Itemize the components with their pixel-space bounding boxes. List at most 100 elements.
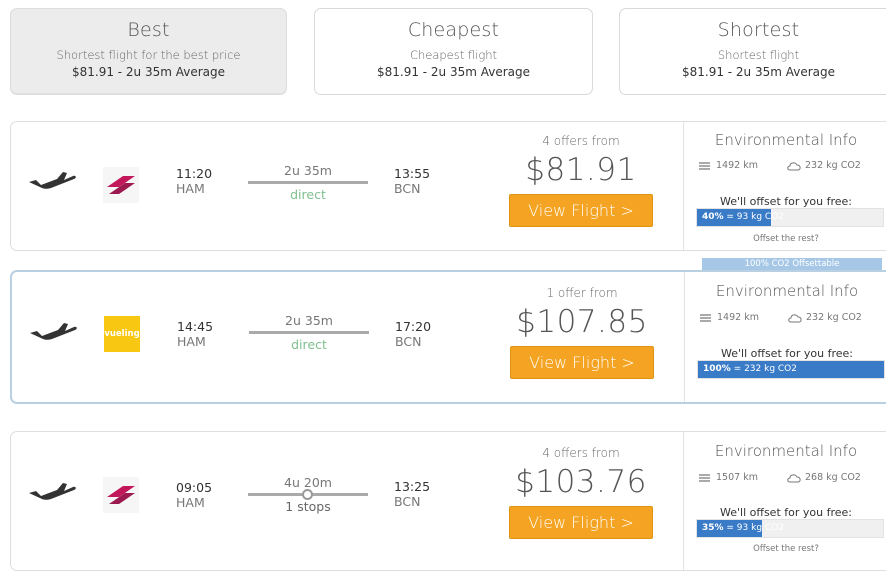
offset-percent: 100% — [703, 364, 731, 374]
price: $81.91 — [525, 152, 637, 188]
stops-text: direct — [291, 337, 327, 352]
plane-takeoff-icon — [29, 172, 76, 189]
departure: 09:05 HAM — [176, 480, 212, 510]
offers-count: 1 offer from — [546, 286, 618, 300]
arrival-time: 13:55 — [394, 166, 431, 181]
tab-description: Shortest flight — [717, 48, 800, 62]
view-flight-button[interactable]: View Flight > — [509, 194, 653, 227]
tab-title: Shortest — [717, 19, 800, 41]
flight-duration: 2u 35m direct — [248, 163, 368, 202]
route-line — [248, 181, 368, 184]
offset-progress-bar: 100% = 232 kg CO2 — [697, 360, 885, 379]
tab-title: Cheapest — [407, 19, 500, 41]
arrival: 17:20 BCN — [395, 319, 431, 349]
tab-shortest[interactable]: Shortest Shortest flight $81.91 - 2u 35m… — [619, 8, 886, 95]
departure-time: 14:45 — [177, 319, 214, 334]
co2-amount: 268 kg CO2 — [804, 472, 861, 483]
offset-progress-bar: 35% = 93 kg CO2 — [696, 519, 884, 538]
price: $107.85 — [516, 304, 648, 340]
route-line — [249, 331, 369, 334]
arrival-airport: BCN — [394, 494, 421, 509]
arrival: 13:55 BCN — [394, 166, 430, 196]
stops-text: 1 stops — [285, 499, 331, 514]
offset-text: We'll offset for you free: — [720, 506, 852, 519]
airline-logo — [103, 167, 139, 203]
offset-rest-link[interactable]: Offset the rest? — [684, 234, 886, 244]
tab-summary: $81.91 - 2u 35m Average — [376, 65, 531, 79]
cloud-icon — [787, 161, 801, 170]
flight-duration: 2u 35m direct — [249, 313, 369, 352]
duration-text: 2u 35m — [284, 163, 332, 178]
departure-time: 09:05 — [176, 480, 213, 495]
price-block: 1 offer from $107.85 View Flight > — [492, 286, 672, 379]
offset-text: We'll offset for you free: — [721, 347, 853, 360]
departure-airport: HAM — [176, 181, 205, 196]
airline-logo — [103, 477, 139, 513]
env-title: Environmental Info — [715, 282, 859, 300]
tab-title: Best — [127, 19, 170, 41]
offset-label: 100% = 232 kg CO2 — [703, 364, 797, 374]
route-icon — [699, 473, 710, 482]
plane-takeoff-icon — [30, 323, 77, 340]
environmental-info: Environmental Info 1492 km 232 kg CO2 We… — [683, 122, 886, 250]
tab-summary: $81.91 - 2u 35m Average — [681, 65, 836, 79]
tab-description: Shortest flight for the best price — [56, 48, 241, 62]
flight-card[interactable]: 11:20 HAM 2u 35m direct 13:55 BCN 4 offe… — [10, 121, 886, 251]
offset-text: We'll offset for you free: — [720, 195, 852, 208]
offset-rest-link[interactable]: Offset the rest? — [684, 544, 886, 554]
environmental-info: Environmental Info 1507 km 268 kg CO2 We… — [683, 432, 886, 570]
flight-duration: 4u 20m 1 stops — [248, 475, 368, 514]
airline-logo: vueling — [104, 316, 140, 352]
offset-amount: = 93 kg CO2 — [723, 212, 785, 222]
cloud-icon — [788, 313, 802, 322]
distance: 1492 km — [717, 312, 759, 323]
offset-progress-bar: 40% = 93 kg CO2 — [696, 208, 884, 227]
co2-amount: 232 kg CO2 — [805, 312, 862, 323]
env-title: Environmental Info — [714, 131, 858, 149]
plane-takeoff-icon — [29, 483, 76, 500]
flight-card[interactable]: 09:05 HAM 4u 20m 1 stops 13:25 BCN 4 off… — [10, 431, 886, 571]
stop-dot-icon — [302, 489, 313, 500]
route-line — [248, 489, 368, 500]
offers-count: 4 offers from — [542, 446, 620, 460]
sort-tabs: Best Shortest flight for the best price … — [0, 0, 886, 110]
env-stats: 1507 km 268 kg CO2 — [698, 472, 886, 483]
environmental-info: Environmental Info 1492 km 232 kg CO2 We… — [684, 272, 886, 402]
view-flight-button[interactable]: View Flight > — [509, 506, 653, 539]
arrival-airport: BCN — [395, 334, 422, 349]
tab-summary: $81.91 - 2u 35m Average — [71, 65, 226, 79]
arrival-airport: BCN — [394, 181, 421, 196]
offset-label: 35% = 93 kg CO2 — [702, 523, 784, 533]
tab-cheapest[interactable]: Cheapest Cheapest flight $81.91 - 2u 35m… — [314, 8, 593, 95]
departure-airport: HAM — [176, 495, 205, 510]
arrival-time: 13:25 — [394, 479, 431, 494]
price: $103.76 — [515, 464, 647, 500]
offset-amount: = 93 kg CO2 — [723, 523, 785, 533]
co2-amount: 232 kg CO2 — [804, 160, 861, 171]
arrival-time: 17:20 — [395, 319, 432, 334]
distance: 1507 km — [716, 472, 758, 483]
view-flight-button[interactable]: View Flight > — [510, 346, 654, 379]
departure: 14:45 HAM — [177, 319, 213, 349]
offset-percent: 40% — [702, 212, 724, 222]
duration-text: 2u 35m — [285, 313, 333, 328]
flight-card-selected[interactable]: vueling 14:45 HAM 2u 35m direct 17:20 BC… — [10, 270, 886, 404]
offset-label: 40% = 93 kg CO2 — [702, 212, 784, 222]
offers-count: 4 offers from — [542, 134, 620, 148]
arrival: 13:25 BCN — [394, 479, 430, 509]
route-icon — [699, 161, 710, 170]
tab-description: Cheapest flight — [409, 48, 498, 62]
env-stats: 1492 km 232 kg CO2 — [698, 160, 886, 171]
departure-time: 11:20 — [176, 166, 213, 181]
distance: 1492 km — [716, 160, 758, 171]
departure: 11:20 HAM — [176, 166, 212, 196]
stops-text: direct — [290, 187, 326, 202]
env-title: Environmental Info — [714, 442, 858, 460]
price-block: 4 offers from $81.91 View Flight > — [491, 134, 671, 227]
departure-airport: HAM — [177, 334, 206, 349]
route-icon — [700, 313, 711, 322]
env-stats: 1492 km 232 kg CO2 — [699, 312, 886, 323]
offset-percent: 35% — [702, 523, 724, 533]
cloud-icon — [787, 473, 801, 482]
tab-best[interactable]: Best Shortest flight for the best price … — [10, 8, 287, 95]
